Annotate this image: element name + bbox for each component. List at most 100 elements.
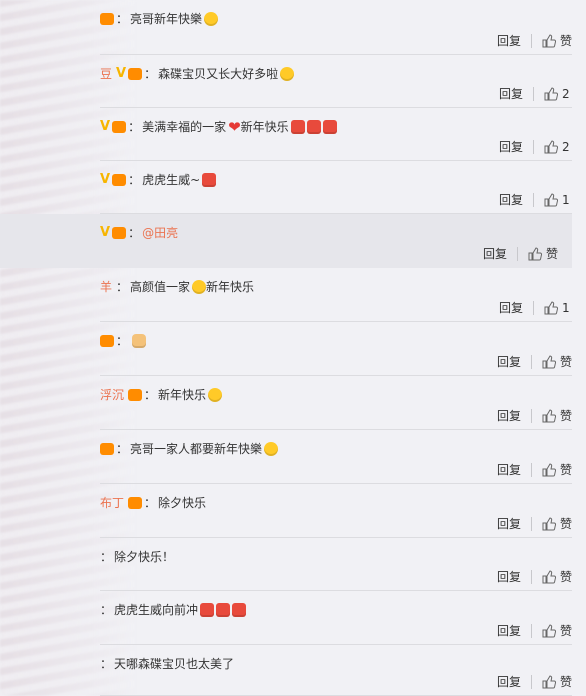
reply-button[interactable]: 回复: [497, 568, 521, 585]
like-label: 赞: [559, 570, 572, 584]
like-button[interactable]: 1: [544, 193, 572, 207]
comment-item: ： 回复 赞: [0, 322, 586, 376]
comment-meta: 豆 V ：森碟宝贝又长大好多啦: [100, 65, 295, 82]
kiss-emoji: [280, 66, 295, 81]
username-link[interactable]: 豆: [100, 65, 112, 82]
heart-emoji: ❤: [228, 117, 241, 136]
comment-meta: V ： @田亮: [100, 224, 178, 241]
comment-meta: ：: [100, 332, 147, 349]
thumb-emoji: [132, 333, 147, 348]
comment-actions: 回复 赞: [497, 515, 572, 532]
comment-item: ：亮哥一家人都要新年快樂回复 赞: [0, 430, 586, 484]
reply-button[interactable]: 回复: [499, 191, 523, 208]
member-badge-icon: [100, 334, 114, 347]
colon-separator: ：: [100, 550, 113, 564]
action-divider: [533, 139, 534, 154]
comment-text: 亮哥新年快樂: [130, 12, 203, 26]
like-button[interactable]: 2: [544, 87, 572, 101]
comment-item: ：虎虎生威向前冲回复 赞: [0, 591, 586, 645]
comment-text: 虎虎生威~: [142, 173, 201, 187]
action-divider: [530, 354, 532, 369]
reply-button[interactable]: 回复: [497, 673, 521, 690]
like-button[interactable]: 赞: [542, 515, 572, 532]
like-button[interactable]: 1: [544, 301, 572, 315]
like-button[interactable]: 赞: [542, 568, 572, 585]
comment-text: 天哪森碟宝贝也太美了: [114, 657, 235, 671]
username-link[interactable]: 布丁: [100, 494, 124, 511]
thumb-up-icon: [542, 33, 556, 47]
comment-meta: ：亮哥新年快樂: [100, 10, 219, 27]
like-count: 1: [562, 192, 570, 207]
colon-separator: ：: [128, 226, 141, 240]
like-button[interactable]: 赞: [542, 461, 572, 478]
action-divider: [516, 246, 518, 261]
member-badge-icon: [128, 388, 143, 401]
colon-separator: ：: [144, 67, 157, 81]
comment-item: 布丁 ：除夕快乐回复 赞: [0, 484, 586, 538]
comment-text-continued: 新年快乐: [206, 280, 255, 294]
username-link[interactable]: 羊: [100, 278, 112, 295]
thumb-up-icon: [542, 408, 556, 422]
reply-button[interactable]: 回复: [497, 32, 521, 49]
reply-button[interactable]: 回复: [497, 622, 521, 639]
reply-button[interactable]: 回复: [483, 245, 507, 262]
like-button[interactable]: 赞: [542, 673, 572, 690]
like-count: 1: [562, 300, 570, 315]
reply-button[interactable]: 回复: [497, 515, 521, 532]
like-button[interactable]: 赞: [542, 353, 572, 370]
comment-text: 虎虎生威向前冲: [114, 603, 199, 617]
like-button[interactable]: 赞: [528, 245, 558, 262]
action-divider: [530, 408, 532, 423]
reply-button[interactable]: 回复: [499, 85, 523, 102]
thumb-up-icon: [544, 139, 558, 153]
fu-emoji: [202, 172, 217, 187]
like-label: 赞: [559, 675, 572, 689]
like-label: 赞: [559, 34, 572, 48]
comment-actions: 回复 赞: [497, 32, 572, 49]
comment-text: 除夕快乐！: [114, 550, 175, 564]
username-link[interactable]: 浮沉: [100, 386, 124, 403]
colon-separator: ：: [128, 173, 141, 187]
member-badge-icon: [112, 226, 127, 239]
reply-button[interactable]: 回复: [497, 407, 521, 424]
mention-link[interactable]: @田亮: [142, 224, 178, 241]
comment-meta: ：亮哥一家人都要新年快樂: [100, 440, 279, 457]
fu-emoji: [216, 602, 231, 617]
like-label: 赞: [559, 409, 572, 423]
comment-meta: ：除夕快乐！: [100, 548, 174, 565]
thumb-up-icon: [542, 462, 556, 476]
reply-button[interactable]: 回复: [497, 353, 521, 370]
comment-text: 除夕快乐: [158, 496, 207, 510]
member-badge-icon: [128, 496, 143, 509]
action-divider: [533, 86, 534, 101]
like-button[interactable]: 赞: [542, 407, 572, 424]
like-button[interactable]: 赞: [542, 622, 572, 639]
comment-meta: 布丁 ：除夕快乐: [100, 494, 206, 511]
fu-emoji: [232, 602, 247, 617]
reply-button[interactable]: 回复: [499, 299, 523, 316]
comment-meta: ：天哪森碟宝贝也太美了: [100, 655, 234, 672]
thumb-up-icon: [542, 569, 556, 583]
colon-separator: ：: [144, 496, 157, 510]
like-button[interactable]: 2: [544, 140, 572, 154]
fu-emoji: [290, 119, 305, 134]
reply-button[interactable]: 回复: [499, 138, 523, 155]
colon-separator: ：: [100, 603, 113, 617]
comment-item: 浮沉 ：新年快乐 回复 赞: [0, 376, 586, 430]
comment-actions: 回复 赞: [497, 622, 572, 639]
action-divider: [530, 33, 532, 48]
thumb-up-icon: [542, 674, 556, 688]
comment-meta: V ：虎虎生威~: [100, 171, 217, 188]
comment-item: ：天哪森碟宝贝也太美了回复 赞: [0, 645, 586, 696]
like-label: 赞: [559, 517, 572, 531]
like-button[interactable]: 赞: [542, 32, 572, 49]
comment-text: 新年快乐: [158, 388, 207, 402]
fu-emoji: [322, 119, 337, 134]
comment-actions: 回复 赞: [497, 407, 572, 424]
comment-actions: 回复 赞: [497, 353, 572, 370]
reply-button[interactable]: 回复: [497, 461, 521, 478]
thumb-up-icon: [542, 354, 556, 368]
action-divider: [530, 623, 532, 638]
member-badge-icon: [128, 67, 143, 80]
comment-text: 亮哥一家人都要新年快樂: [130, 442, 263, 456]
